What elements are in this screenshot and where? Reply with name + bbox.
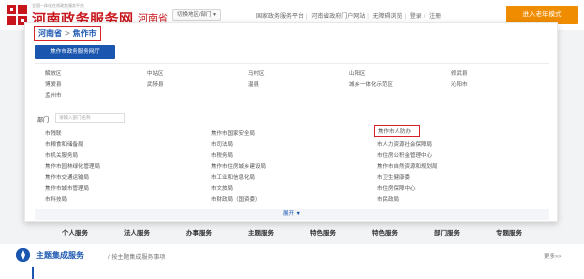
themes-accent-bar [32, 267, 34, 279]
district-item[interactable]: 解放区 [45, 69, 62, 77]
chevron-down-icon: ▾ [213, 12, 216, 18]
triangle-down-icon: ▼ [295, 211, 301, 217]
district-item[interactable]: 温县 [248, 80, 259, 88]
district-item[interactable]: 中站区 [147, 69, 164, 77]
department-item[interactable]: 市文旅局 [211, 184, 233, 192]
department-item[interactable]: 市机关服务局 [45, 151, 78, 159]
page: 全国一体化在线政务服务平台 河南政务服务网 河南省 切换地区/部门 ▾ 国家政务… [0, 0, 584, 279]
breadcrumb-province[interactable]: 河南省 [38, 29, 62, 38]
region-dropdown-panel: 河南省 > 焦作市 焦作市政务服务网厅 解放区 中站区 马村区 山阳区 修武县 博爱… [24, 22, 558, 222]
switch-region-label: 切换地区/部门 [177, 12, 212, 18]
district-item[interactable]: 山阳区 [349, 69, 366, 77]
services-row: 个人服务 法人服务 办事服务 主题服务 特色服务 特色服务 部门服务 专题服务 [62, 227, 558, 237]
top-links: 国家政务服务平台 | 河南省政府门户网站 | 无障碍浏览 | 登录 / 注册 [256, 11, 443, 20]
divider: / [423, 14, 426, 20]
service-special-2[interactable]: 特色服务 [372, 227, 398, 237]
link-login[interactable]: 登录 [410, 14, 422, 20]
department-item[interactable]: 焦作市住房城乡建设局 [211, 162, 266, 170]
department-search-input[interactable]: 请输入部门名称 [55, 113, 125, 123]
divider: | [306, 14, 308, 20]
themes-title: 主题集成服务 [36, 251, 84, 260]
department-item[interactable]: 市人力资源社会保障局 [377, 140, 432, 148]
district-item[interactable]: 沁阳市 [451, 80, 468, 88]
department-item[interactable]: 焦作市园林绿化管理局 [45, 162, 100, 170]
district-item[interactable]: 马村区 [248, 69, 265, 77]
department-item[interactable]: 市财政局（国资委） [211, 195, 261, 203]
divider: | [367, 14, 369, 20]
department-item[interactable]: 焦作市国家安全局 [211, 129, 255, 137]
district-item[interactable]: 孟州市 [45, 91, 62, 99]
themes-section: 主题集成服务 / 按主题集成服务事项 更多>> [0, 244, 584, 279]
breadcrumb-city[interactable]: 焦作市 [73, 29, 97, 38]
panel-divider [35, 63, 549, 64]
link-national-platform[interactable]: 国家政务服务平台 [256, 14, 304, 20]
department-item[interactable]: 焦作市自然资源和规划局 [377, 162, 438, 170]
service-personal[interactable]: 个人服务 [62, 227, 88, 237]
expand-label: 展开 [283, 211, 295, 217]
service-department[interactable]: 部门服务 [434, 227, 460, 237]
department-label: 部门 [37, 118, 50, 124]
city-platform-button[interactable]: 焦作市政务服务网厅 [35, 45, 115, 59]
service-topic[interactable]: 专题服务 [496, 227, 522, 237]
district-item[interactable]: 城乡一体化示范区 [349, 80, 393, 88]
link-henan-portal[interactable]: 河南省政府门户网站 [311, 14, 365, 20]
compass-icon [16, 248, 30, 262]
themes-subtitle: / 按主题集成服务事项 [108, 255, 166, 261]
department-item[interactable]: 市税务局 [211, 151, 233, 159]
switch-region-button[interactable]: 切换地区/部门 ▾ [172, 9, 221, 21]
link-register[interactable]: 注册 [429, 14, 441, 20]
divider: | [404, 14, 407, 20]
breadcrumb-separator: > [65, 29, 70, 38]
department-item[interactable]: 市工业和信息化局 [211, 173, 255, 181]
service-affairs[interactable]: 办事服务 [186, 227, 212, 237]
department-item-highlighted[interactable]: 焦作市人防办 [374, 125, 421, 137]
region-breadcrumb: 河南省 > 焦作市 [34, 26, 101, 41]
service-legal[interactable]: 法人服务 [124, 227, 150, 237]
link-accessibility[interactable]: 无障碍浏览 [373, 14, 403, 20]
expand-button[interactable]: 展开 ▼ [35, 209, 549, 220]
department-item[interactable]: 市民政局 [377, 195, 399, 203]
department-item[interactable]: 市司法局 [211, 140, 233, 148]
department-item[interactable]: 市粮食和储备局 [45, 140, 84, 148]
department-item[interactable]: 焦作市城市管理局 [45, 184, 89, 192]
department-item[interactable]: 市住房保障中心 [377, 184, 416, 192]
district-item[interactable]: 武陟县 [147, 80, 164, 88]
department-item[interactable]: 市科技局 [45, 195, 67, 203]
department-item[interactable]: 市住房公积金管理中心 [377, 151, 432, 159]
department-item[interactable]: 焦作市交通运输局 [45, 173, 89, 181]
service-theme[interactable]: 主题服务 [248, 227, 274, 237]
service-special[interactable]: 特色服务 [310, 227, 336, 237]
themes-more-link[interactable]: 更多>> [544, 252, 561, 260]
department-item[interactable]: 市卫生健康委 [377, 173, 410, 181]
district-item[interactable]: 修武县 [451, 69, 468, 77]
department-item[interactable]: 市残联 [45, 129, 62, 137]
district-item[interactable]: 博爱县 [45, 80, 62, 88]
